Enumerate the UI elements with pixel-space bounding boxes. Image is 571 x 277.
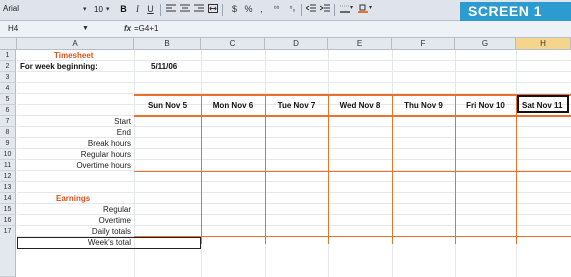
day-header-sat-active-cell[interactable]: Sat Nov 11 — [517, 95, 569, 113]
decrease-decimal-icon[interactable]: ⁰₀ — [286, 3, 299, 16]
column-header-d[interactable]: D — [265, 38, 328, 50]
borders-dropdown-icon[interactable]: ▾ — [350, 4, 353, 11]
earnings-title: Earnings — [56, 194, 91, 203]
font-size-dropdown-icon[interactable]: ▾ — [106, 3, 110, 17]
week-beginning-label: For week beginning: — [20, 62, 98, 71]
day-header-tue[interactable]: Tue Nov 7 — [265, 96, 328, 115]
row-header[interactable]: 12 — [0, 171, 16, 182]
formatting-toolbar: Arial ▾ 10 ▾ B I U $ % , ⁰⁰ ⁰₀ ▾ ▾ SCREE… — [0, 0, 571, 21]
formula-bar: H4 ▼ fx =G4+1 — [0, 21, 571, 38]
align-left-icon[interactable] — [166, 4, 176, 13]
toolbar-separator — [334, 4, 335, 16]
fx-icon[interactable]: fx — [124, 23, 131, 35]
row-header[interactable]: 15 — [0, 204, 16, 215]
row-header[interactable]: 1 — [0, 50, 16, 61]
row-header[interactable]: 4 — [0, 83, 16, 94]
column-divider — [392, 94, 393, 244]
row-header[interactable]: 14 — [0, 193, 16, 204]
row-header[interactable]: 5 — [0, 94, 16, 105]
row-header[interactable]: 9 — [0, 138, 16, 149]
timesheet-title: Timesheet — [54, 51, 94, 60]
underline-button[interactable]: U — [144, 3, 157, 16]
name-box[interactable]: H4 — [3, 23, 61, 35]
day-header-wed[interactable]: Wed Nov 8 — [328, 96, 392, 115]
percent-icon[interactable]: % — [242, 3, 255, 16]
row-label-regular-hours: Regular hours — [80, 150, 131, 159]
row-header[interactable]: 11 — [0, 160, 16, 171]
row-label-overtime-hours: Overtime hours — [76, 161, 131, 170]
row-label-start: Start — [114, 117, 131, 126]
decrease-indent-icon[interactable] — [306, 4, 316, 13]
row-header[interactable]: 13 — [0, 182, 16, 193]
comma-style-icon[interactable]: , — [255, 3, 268, 16]
gridline — [17, 192, 571, 193]
column-divider — [455, 94, 456, 244]
header-bottom-border — [134, 115, 571, 117]
row-label-end: End — [116, 128, 131, 137]
gridline — [17, 82, 571, 83]
increase-indent-icon[interactable] — [320, 4, 330, 13]
gridline — [17, 60, 571, 61]
earnings-label-daily-totals: Daily totals — [91, 227, 131, 236]
day-header-thu[interactable]: Thu Nov 9 — [392, 96, 455, 115]
toolbar-separator — [160, 4, 161, 16]
name-box-dropdown-icon[interactable]: ▼ — [82, 25, 89, 32]
font-name-dropdown-icon[interactable]: ▾ — [83, 3, 87, 17]
bold-button[interactable]: B — [117, 3, 130, 16]
row-header[interactable]: 7 — [0, 116, 16, 127]
earnings-label-regular: Regular — [102, 205, 131, 214]
borders-icon[interactable] — [340, 4, 350, 13]
align-right-icon[interactable] — [194, 4, 204, 13]
column-divider — [201, 94, 202, 244]
day-header-mon[interactable]: Mon Nov 6 — [201, 96, 265, 115]
align-center-icon[interactable] — [180, 4, 190, 13]
week-beginning-value[interactable]: 5/11/06 — [151, 61, 177, 72]
column-header-c[interactable]: C — [201, 38, 265, 50]
fill-color-icon[interactable] — [358, 4, 368, 13]
row-header[interactable]: 17 — [0, 226, 16, 277]
row-label-break-hours: Break hours — [87, 139, 131, 148]
column-header-f[interactable]: F — [392, 38, 455, 50]
select-all-corner[interactable] — [0, 38, 17, 50]
toolbar-separator — [222, 4, 223, 16]
earnings-label-overtime: Overtime — [98, 216, 131, 225]
row-header[interactable]: 16 — [0, 215, 16, 226]
font-size-select[interactable]: 10 — [94, 3, 103, 17]
row-header[interactable]: 8 — [0, 127, 16, 138]
font-name-select[interactable]: Arial — [3, 2, 63, 16]
column-divider — [328, 94, 329, 244]
row-header[interactable]: 3 — [0, 72, 16, 83]
row-header[interactable]: 10 — [0, 149, 16, 160]
worksheet-grid[interactable]: A B C D E F G H 1 2 3 4 5 6 7 8 9 10 11 … — [0, 38, 571, 277]
column-header-b[interactable]: B — [134, 38, 201, 50]
day-header-sun[interactable]: Sun Nov 5 — [134, 96, 201, 115]
column-header-g[interactable]: G — [455, 38, 516, 50]
toolbar-separator — [301, 4, 302, 16]
increase-decimal-icon[interactable]: ⁰⁰ — [270, 3, 283, 16]
fill-color-dropdown-icon[interactable]: ▾ — [369, 4, 372, 11]
column-divider — [516, 94, 517, 244]
column-header-e[interactable]: E — [328, 38, 392, 50]
gridline — [17, 71, 571, 72]
day-header-fri[interactable]: Fri Nov 10 — [455, 96, 516, 115]
merge-center-icon[interactable] — [208, 4, 218, 13]
italic-button[interactable]: I — [131, 3, 144, 16]
formula-input[interactable]: =G4+1 — [134, 23, 158, 35]
currency-icon[interactable]: $ — [228, 3, 241, 16]
screen-badge: SCREEN 1 — [460, 2, 571, 21]
earnings-label-weeks-total: Week's total — [87, 238, 131, 247]
gridline — [17, 181, 571, 182]
row-header[interactable]: 6 — [0, 105, 16, 116]
column-header-a[interactable]: A — [17, 38, 134, 50]
section-divider — [134, 171, 571, 172]
row-header[interactable]: 2 — [0, 61, 16, 72]
column-divider — [265, 94, 266, 244]
column-header-h[interactable]: H — [516, 38, 571, 50]
